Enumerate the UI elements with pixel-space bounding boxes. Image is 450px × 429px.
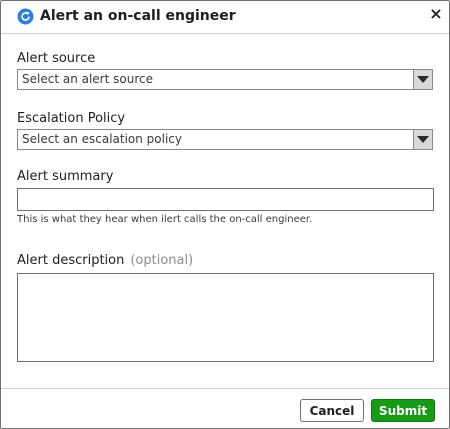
cancel-button[interactable]: Cancel xyxy=(300,399,364,422)
escalation-policy-label: Escalation Policy xyxy=(17,111,126,126)
chevron-down-icon xyxy=(417,76,429,83)
escalation-policy-select[interactable]: Select an escalation policy xyxy=(17,129,433,150)
submit-button[interactable]: Submit xyxy=(371,399,435,422)
escalation-policy-placeholder: Select an escalation policy xyxy=(22,132,183,146)
escalation-policy-dropdown-button[interactable] xyxy=(413,130,432,149)
alert-summary-help: This is what they hear when ilert calls … xyxy=(17,214,313,225)
dialog-footer: Cancel Submit xyxy=(1,388,449,429)
alert-summary-input[interactable] xyxy=(17,188,434,211)
alert-source-dropdown-button[interactable] xyxy=(413,70,432,89)
alert-source-select[interactable]: Select an alert source xyxy=(17,69,433,90)
close-icon[interactable]: × xyxy=(427,5,445,23)
alert-description-label: Alert description (optional) xyxy=(17,253,193,268)
dialog-title: Alert an on-call engineer xyxy=(40,8,236,24)
dialog-header: Alert an on-call engineer × xyxy=(1,1,449,34)
alert-summary-label: Alert summary xyxy=(17,169,114,184)
chevron-down-icon xyxy=(417,136,429,143)
alert-source-placeholder: Select an alert source xyxy=(22,72,153,86)
alert-dialog: Alert an on-call engineer × Alert source… xyxy=(0,0,450,429)
alert-description-textarea[interactable] xyxy=(17,273,434,362)
alert-description-label-text: Alert description xyxy=(17,253,125,268)
alert-source-label: Alert source xyxy=(17,51,96,66)
optional-hint: (optional) xyxy=(130,253,194,268)
refresh-circle-icon xyxy=(17,8,34,25)
